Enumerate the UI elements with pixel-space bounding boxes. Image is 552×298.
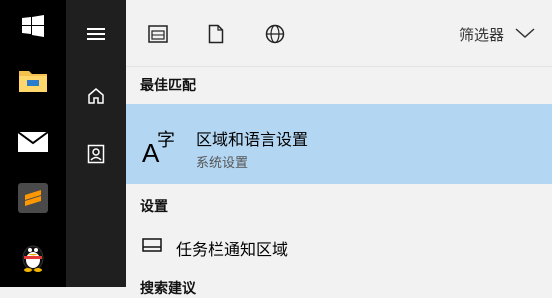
search-results-panel: 筛选器 最佳匹配 A 字 区域和语言设置 系统设置 设置 任务栏通知区域 搜索建… [126, 0, 552, 297]
best-match-subtitle: 系统设置 [196, 156, 249, 171]
apps-filter-button[interactable] [146, 22, 170, 46]
mail-button[interactable] [0, 118, 66, 166]
region-language-icon: A 字 [142, 130, 175, 166]
web-filter-button[interactable] [263, 22, 287, 46]
taskbar [0, 0, 66, 287]
settings-heading: 设置 [140, 199, 168, 215]
qq-button[interactable] [0, 232, 66, 280]
web-globe-icon [265, 24, 285, 44]
file-explorer-icon [19, 71, 47, 92]
mail-icon [17, 131, 49, 152]
taskbar-icon [142, 238, 162, 252]
home-icon [88, 88, 104, 104]
apps-icon [148, 25, 168, 43]
settings-result-label: 任务栏通知区域 [176, 240, 289, 259]
best-match-title: 区域和语言设置 [196, 130, 309, 149]
filter-bar: 筛选器 [126, 0, 552, 67]
windows-logo-icon [22, 15, 44, 37]
sublime-text-icon [18, 183, 48, 213]
filters-dropdown-label[interactable]: 筛选器 [459, 24, 504, 45]
start-menu-rail [66, 0, 126, 287]
documents-icon [208, 24, 224, 44]
notebook-button[interactable] [66, 134, 126, 174]
hamburger-menu-icon [87, 28, 105, 40]
icon-char-zi: 字 [157, 130, 175, 151]
best-match-heading: 最佳匹配 [140, 78, 196, 94]
document-portrait-icon [87, 144, 105, 164]
chevron-down-icon[interactable] [514, 25, 536, 41]
settings-result-item[interactable]: 任务栏通知区域 [126, 226, 552, 266]
expand-menu-button[interactable] [66, 14, 126, 54]
home-button[interactable] [66, 76, 126, 116]
documents-filter-button[interactable] [204, 22, 228, 46]
search-suggestions-heading: 搜索建议 [140, 281, 196, 297]
qq-penguin-icon [22, 245, 44, 272]
sublime-text-button[interactable] [0, 174, 66, 222]
file-explorer-button[interactable] [0, 56, 66, 104]
best-match-result[interactable]: A 字 区域和语言设置 系统设置 [126, 104, 552, 184]
start-button[interactable] [0, 2, 66, 50]
